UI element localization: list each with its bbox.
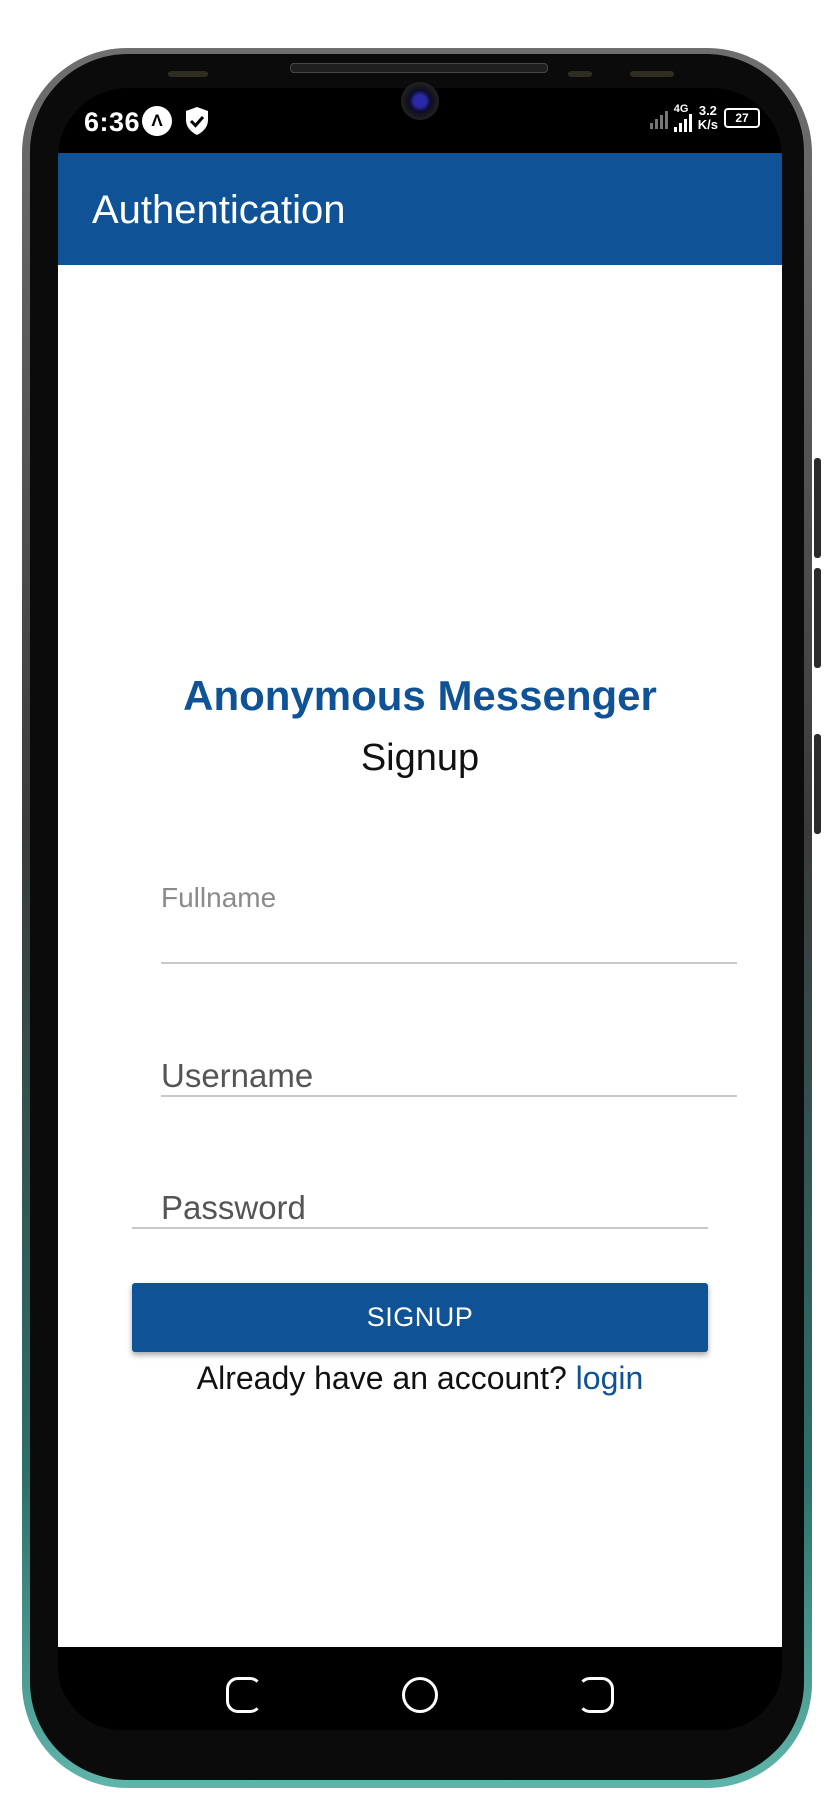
proximity-sensor — [168, 71, 208, 77]
flash-sensor — [630, 71, 674, 77]
net-speed-value: 3.2 — [698, 103, 717, 118]
signup-button[interactable]: SIGNUP — [132, 1283, 708, 1352]
app-bar-title: Authentication — [92, 188, 346, 232]
login-prompt-row: Already have an account? login — [58, 1360, 782, 1397]
account-prompt-text: Already have an account? — [196, 1360, 567, 1396]
volume-up-button — [814, 568, 821, 668]
shield-check-icon — [184, 106, 210, 143]
signal-sim2-icon — [649, 107, 668, 129]
password-underline — [132, 1227, 708, 1229]
home-icon[interactable] — [402, 1677, 438, 1713]
status-right-group: 4G 3.2 K/s 27 — [649, 103, 760, 132]
status-time: 6:36 — [84, 107, 141, 137]
net-speed: 3.2 K/s — [698, 104, 718, 132]
brand-title: Anonymous Messenger — [183, 672, 657, 719]
back-icon[interactable] — [226, 1677, 262, 1713]
page-title: Signup — [360, 737, 480, 779]
power-button — [814, 458, 821, 558]
password-placeholder: Password — [161, 1189, 306, 1226]
app-bar: Authentication — [58, 153, 782, 265]
navigation-bar — [58, 1647, 782, 1730]
battery-icon: 27 — [724, 108, 760, 128]
fullname-underline — [161, 962, 737, 964]
signup-screen: Anonymous Messenger Signup Fullname User… — [58, 265, 782, 1647]
screen: 6:36 Λ 4G 3.2 K/s 27 Authentication Anon… — [58, 88, 782, 1730]
login-link[interactable]: login — [576, 1360, 644, 1396]
username-underline — [161, 1095, 737, 1097]
signal-sim1-icon — [673, 114, 692, 132]
front-camera-icon — [401, 82, 439, 120]
username-field[interactable]: Username — [161, 1045, 737, 1097]
fullname-label: Fullname — [161, 882, 277, 913]
net-speed-unit: K/s — [697, 117, 718, 132]
alpha-icon: Λ — [142, 106, 172, 136]
recents-icon[interactable] — [578, 1677, 614, 1713]
network-type-label: 4G — [673, 103, 689, 115]
password-field[interactable]: Password — [132, 1177, 708, 1229]
volume-down-button — [814, 734, 821, 834]
light-sensor — [568, 71, 592, 77]
username-placeholder: Username — [161, 1057, 314, 1094]
earpiece-speaker — [290, 63, 548, 73]
fullname-field[interactable]: Fullname — [161, 882, 737, 964]
